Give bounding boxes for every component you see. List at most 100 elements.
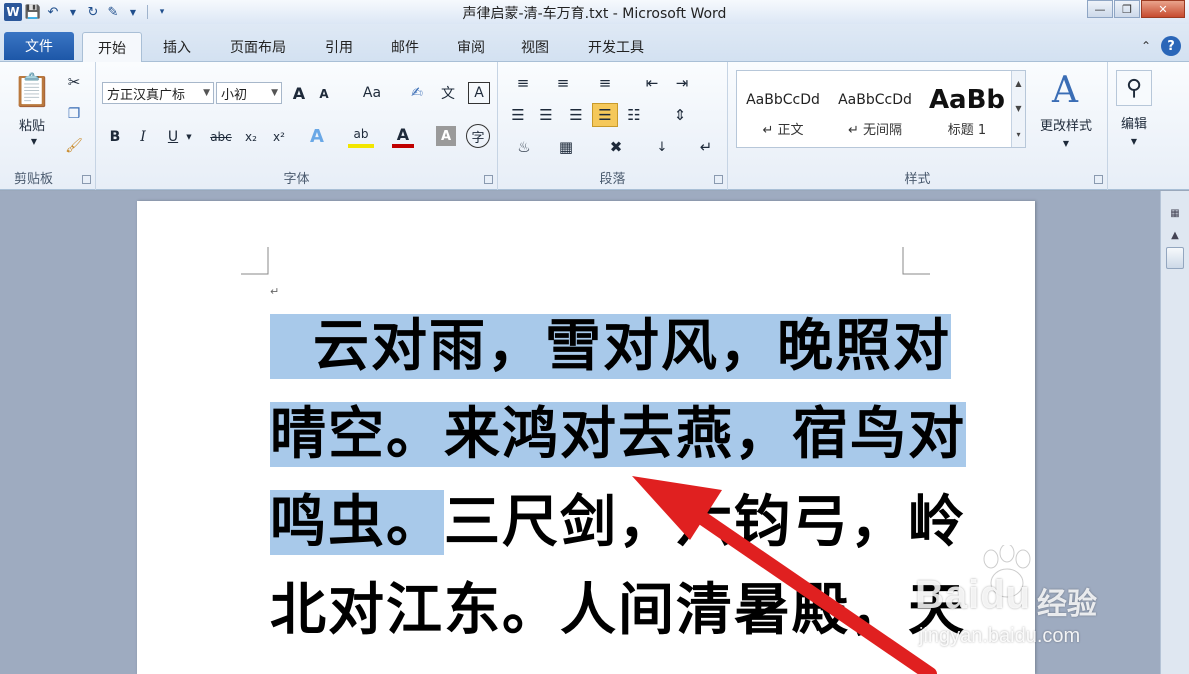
tabs-right-controls: ⌃ ? bbox=[1141, 36, 1181, 56]
text-line-2[interactable]: 晴空。来鸿对去燕，宿鸟对 bbox=[270, 391, 966, 479]
document-page[interactable]: ↵ 云对雨，雪对风，晚照对 晴空。来鸿对去燕，宿鸟对 鸣虫。三尺剑，六钧弓，岭 … bbox=[137, 201, 1035, 674]
change-styles-icon[interactable]: A bbox=[1040, 70, 1090, 111]
text-line-1[interactable]: 云对雨，雪对风，晚照对 bbox=[270, 303, 951, 391]
font-color-button[interactable]: A bbox=[392, 124, 414, 148]
text-line-3[interactable]: 鸣虫。三尺剑，六钧弓，岭 bbox=[270, 479, 966, 567]
underline-button[interactable]: U bbox=[162, 126, 184, 148]
shading-icon[interactable]: ♨ bbox=[506, 136, 542, 158]
distributed-icon[interactable]: ☷ bbox=[622, 104, 646, 126]
show-marks-icon[interactable]: ↵ bbox=[694, 136, 718, 158]
paste-dropdown-icon[interactable]: ▼ bbox=[28, 136, 40, 146]
decrease-indent-icon[interactable]: ⇤ bbox=[640, 72, 664, 94]
scroll-up-icon[interactable]: ▲ bbox=[1167, 227, 1183, 243]
restore-button[interactable]: ❐ bbox=[1114, 0, 1140, 18]
sort-icon[interactable]: ↓ bbox=[650, 136, 674, 158]
tab-home[interactable]: 开始 bbox=[82, 32, 142, 62]
dropdown-icon[interactable]: ▼ bbox=[64, 3, 82, 21]
copy-icon[interactable]: ❐ bbox=[64, 104, 84, 124]
text-line-4[interactable]: 北对江东。人间清暑殿，天 bbox=[270, 567, 966, 655]
change-styles-button[interactable]: 更改样式 bbox=[1030, 114, 1102, 134]
superscript-button[interactable]: x² bbox=[268, 126, 290, 148]
tab-mailings[interactable]: 邮件 bbox=[378, 33, 432, 61]
redo-icon[interactable]: ↻ bbox=[84, 3, 102, 21]
style-name: 标题 1 bbox=[947, 123, 987, 138]
font-launcher-icon[interactable] bbox=[484, 175, 493, 184]
underline-dropdown-icon[interactable]: ▼ bbox=[184, 130, 194, 144]
tab-file[interactable]: 文件 bbox=[4, 32, 74, 60]
change-case-button[interactable]: Aa bbox=[352, 82, 392, 104]
customize-qat-icon[interactable]: ▾ bbox=[153, 3, 171, 21]
increase-indent-icon[interactable]: ⇥ bbox=[670, 72, 694, 94]
italic-button[interactable]: I bbox=[132, 126, 154, 148]
selected-text[interactable]: 晴空。来鸿对去燕，宿鸟对 bbox=[270, 402, 966, 467]
tab-page-layout[interactable]: 页面布局 bbox=[220, 33, 296, 61]
chevron-up-icon[interactable]: ▲ bbox=[1015, 79, 1021, 88]
font-size-combo[interactable]: 小初 ▼ bbox=[216, 82, 282, 104]
cut-icon[interactable]: ✂ bbox=[64, 72, 84, 92]
editing-dropdown-icon[interactable]: ▼ bbox=[1128, 136, 1140, 146]
borders-icon[interactable]: ▦ bbox=[548, 136, 584, 158]
paragraph-launcher-icon[interactable] bbox=[714, 175, 723, 184]
binoculars-icon[interactable]: ⚲ bbox=[1116, 70, 1152, 106]
tab-references[interactable]: 引用 bbox=[312, 33, 366, 61]
justify-icon[interactable]: ☰ bbox=[592, 103, 618, 127]
style-no-spacing[interactable]: AaBbCcDd ↵ 无间隔 bbox=[829, 71, 921, 147]
font-name-combo[interactable]: 方正汉真广标 ▼ bbox=[102, 82, 214, 104]
align-right-icon[interactable]: ☰ bbox=[564, 104, 588, 126]
dropdown-icon[interactable]: ▼ bbox=[124, 3, 142, 21]
editing-button[interactable]: 编辑 bbox=[1112, 112, 1156, 132]
styles-launcher-icon[interactable] bbox=[1094, 175, 1103, 184]
unselected-text[interactable]: 三尺剑，六钧弓，岭 bbox=[444, 490, 966, 555]
undo-icon[interactable]: ↶ bbox=[44, 3, 62, 21]
minimize-button[interactable]: — bbox=[1087, 0, 1113, 18]
enclose-characters-button[interactable]: 字 bbox=[466, 124, 490, 148]
format-painter-icon[interactable]: 🖌 bbox=[64, 136, 84, 156]
text-effect-button[interactable]: A bbox=[306, 124, 328, 148]
close-button[interactable]: ✕ bbox=[1141, 0, 1185, 18]
character-shading-button[interactable]: A bbox=[436, 126, 456, 146]
watermark-brand: Baidu bbox=[915, 573, 1032, 617]
tab-view[interactable]: 视图 bbox=[508, 33, 562, 61]
tab-developer[interactable]: 开发工具 bbox=[578, 33, 654, 61]
multilevel-list-icon[interactable]: ≡ bbox=[590, 72, 620, 94]
numbering-icon[interactable]: ≡ bbox=[548, 72, 578, 94]
paste-button[interactable]: 粘贴 bbox=[10, 114, 54, 134]
grow-font-button[interactable]: A bbox=[288, 82, 310, 104]
paste-icon[interactable]: 📋 bbox=[12, 70, 52, 110]
style-heading-1[interactable]: AaBb 标题 1 bbox=[921, 71, 1013, 147]
tab-review[interactable]: 审阅 bbox=[444, 33, 498, 61]
character-border-icon[interactable]: A bbox=[468, 82, 490, 104]
tab-insert[interactable]: 插入 bbox=[150, 33, 204, 61]
scroll-thumb[interactable] bbox=[1166, 247, 1184, 269]
align-left-icon[interactable]: ☰ bbox=[506, 104, 530, 126]
bullets-icon[interactable]: ≡ bbox=[508, 72, 538, 94]
ruler-toggle-icon[interactable]: ▦ bbox=[1167, 205, 1183, 221]
chinese-layout-icon[interactable]: ✖ bbox=[598, 136, 634, 158]
unselected-text[interactable]: 北对江东。人间清暑殿，天 bbox=[270, 578, 966, 643]
shrink-font-button[interactable]: A bbox=[314, 84, 334, 104]
more-icon[interactable]: ▾ bbox=[1016, 130, 1020, 139]
selected-text[interactable]: 鸣虫。 bbox=[270, 490, 444, 555]
clear-format-icon[interactable]: ✍ bbox=[406, 82, 428, 104]
selected-text[interactable]: 云对雨，雪对风，晚照对 bbox=[270, 314, 951, 379]
change-styles-dropdown-icon[interactable]: ▼ bbox=[1060, 138, 1072, 148]
bold-button[interactable]: B bbox=[104, 126, 126, 148]
ribbon-tabs: 文件 开始 插入 页面布局 引用 邮件 审阅 视图 开发工具 ⌃ ? bbox=[0, 24, 1189, 62]
chevron-down-icon[interactable]: ▼ bbox=[1015, 104, 1021, 113]
word-logo-icon[interactable]: W bbox=[4, 3, 22, 21]
clipboard-launcher-icon[interactable] bbox=[82, 175, 91, 184]
align-center-icon[interactable]: ☰ bbox=[534, 104, 558, 126]
minimize-ribbon-icon[interactable]: ⌃ bbox=[1141, 39, 1151, 53]
format-painter-qat-icon[interactable]: ✎ bbox=[104, 3, 122, 21]
styles-scroll[interactable]: ▲ ▼ ▾ bbox=[1011, 71, 1025, 147]
save-icon[interactable]: 💾 bbox=[24, 3, 42, 21]
vertical-scrollbar[interactable]: ▦ ▲ bbox=[1160, 191, 1189, 674]
help-icon[interactable]: ? bbox=[1161, 36, 1181, 56]
subscript-button[interactable]: x₂ bbox=[240, 126, 262, 148]
line-spacing-icon[interactable]: ⇕ bbox=[664, 104, 696, 126]
phonetic-guide-icon[interactable]: 文 bbox=[434, 82, 462, 104]
highlight-button[interactable]: ab bbox=[348, 124, 374, 148]
strikethrough-button[interactable]: abc bbox=[206, 126, 236, 148]
font-group: 方正汉真广标 ▼ 小初 ▼ A A Aa ✍ 文 A B I U ▼ abc x… bbox=[96, 62, 498, 190]
style-normal[interactable]: AaBbCcDd ↵ 正文 bbox=[737, 71, 829, 147]
